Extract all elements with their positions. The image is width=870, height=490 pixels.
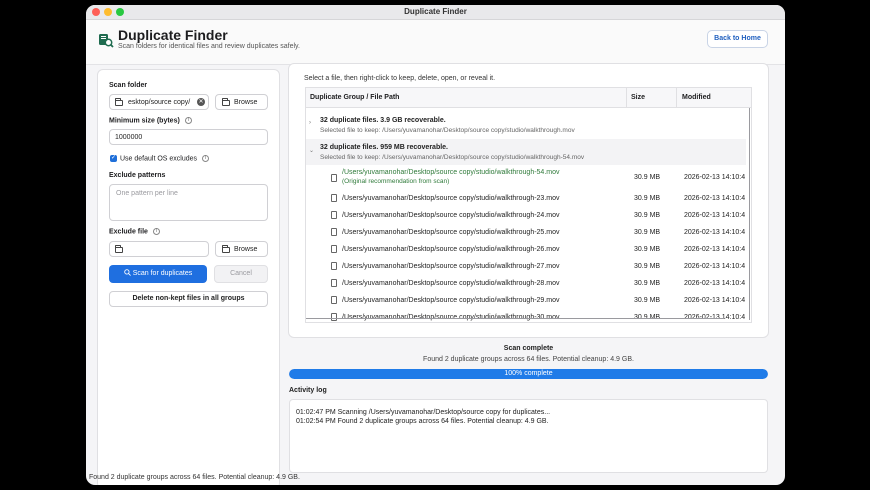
scan-folder-label: Scan folder [109, 82, 148, 89]
file-row[interactable]: /Users/yuvamanohar/Desktop/source copy/s… [306, 309, 746, 322]
browse-exclude-file-button[interactable]: Browse [215, 241, 268, 257]
scan-status: Scan complete [503, 345, 554, 352]
exclude-file-field[interactable] [109, 241, 209, 257]
duplicates-table[interactable]: Duplicate Group / File Path Size Modifie… [305, 87, 752, 323]
vertical-scrollbar[interactable] [749, 108, 750, 320]
search-icon [124, 269, 131, 276]
file-row[interactable]: /Users/yuvamanohar/Desktop/source copy/s… [306, 207, 746, 224]
duplicate-finder-icon [99, 34, 114, 48]
exclude-patterns-input[interactable]: One pattern per line [109, 184, 268, 221]
folder-icon [115, 98, 123, 106]
title-bar: Duplicate Finder [86, 5, 785, 20]
file-row[interactable]: /Users/yuvamanohar/Desktop/source copy/s… [306, 241, 746, 258]
back-to-home-button[interactable]: Back to Home [707, 30, 768, 48]
delete-non-kept-button[interactable]: Delete non-kept files in all groups [109, 291, 268, 307]
results-panel: Select a file, then right-click to keep,… [288, 63, 769, 338]
default-excludes-checkbox[interactable]: ✓ [110, 155, 117, 162]
file-icon [331, 194, 337, 202]
chevron-right-icon[interactable]: › [309, 120, 311, 126]
min-size-label: Minimum size (bytes) i [109, 117, 192, 124]
file-row[interactable]: /Users/yuvamanohar/Desktop/source copy/s… [306, 292, 746, 309]
scan-folder-field[interactable]: esktop/source copy/ ✕ [109, 94, 209, 110]
file-icon [331, 174, 337, 182]
activity-log-title: Activity log [289, 387, 327, 394]
file-icon [331, 245, 337, 253]
window-title: Duplicate Finder [404, 7, 467, 16]
scan-folder-value: esktop/source copy/ [128, 99, 191, 106]
cancel-button[interactable]: Cancel [214, 265, 268, 283]
folder-icon [222, 98, 230, 106]
scan-detail: Found 2 duplicate groups across 64 files… [423, 356, 634, 363]
scan-button[interactable]: Scan for duplicates [109, 265, 207, 283]
app-window: Duplicate Finder Duplicate Finder Scan f… [86, 5, 785, 485]
scan-settings-panel: Scan folder esktop/source copy/ ✕ Browse… [97, 69, 280, 485]
file-icon [331, 313, 337, 321]
scan-progress-bar: 100% complete [289, 369, 768, 379]
clear-icon[interactable]: ✕ [197, 98, 205, 106]
file-icon [331, 262, 337, 270]
activity-log[interactable]: 01:02:47 PM Scanning /Users/yuvamanohar/… [289, 399, 768, 473]
default-excludes-label: Use default OS excludes i [120, 155, 210, 162]
file-row[interactable]: /Users/yuvamanohar/Desktop/source copy/s… [306, 258, 746, 275]
column-header-size[interactable]: Size [631, 94, 645, 101]
page-title: Duplicate Finder [118, 27, 228, 43]
duplicate-group-row[interactable]: ⌄ 32 duplicate files. 959 MB recoverable… [306, 139, 746, 165]
file-icon [331, 228, 337, 236]
file-row[interactable]: /Users/yuvamanohar/Desktop/source copy/s… [306, 190, 746, 207]
table-header: Duplicate Group / File Path Size Modifie… [306, 88, 751, 108]
browse-folder-button[interactable]: Browse [215, 94, 268, 110]
status-bar: Found 2 duplicate groups across 64 files… [89, 474, 300, 481]
folder-icon [115, 245, 123, 253]
info-icon[interactable]: i [152, 228, 160, 235]
min-size-input[interactable]: 1000000 [109, 129, 268, 145]
file-icon [331, 296, 337, 304]
duplicate-group-row[interactable]: › 32 duplicate files. 3.9 GB recoverable… [306, 112, 746, 138]
file-icon [331, 279, 337, 287]
file-row[interactable]: /Users/yuvamanohar/Desktop/source copy/s… [306, 224, 746, 241]
exclude-file-label: Exclude file i [109, 228, 160, 235]
file-icon [331, 211, 337, 219]
progress-label: 100% complete [504, 370, 553, 377]
info-icon[interactable]: i [184, 117, 192, 124]
log-line: 01:02:54 PM Found 2 duplicate groups acr… [296, 418, 549, 425]
column-header-path[interactable]: Duplicate Group / File Path [310, 94, 399, 101]
app-header: Duplicate Finder Scan folders for identi… [86, 20, 785, 65]
horizontal-scrollbar[interactable] [306, 318, 724, 319]
results-hint: Select a file, then right-click to keep,… [304, 75, 496, 82]
column-header-modified[interactable]: Modified [682, 94, 711, 101]
info-icon[interactable]: i [202, 155, 210, 162]
file-row[interactable]: /Users/yuvamanohar/Desktop/source copy/s… [306, 275, 746, 292]
log-line: 01:02:47 PM Scanning /Users/yuvamanohar/… [296, 409, 551, 416]
kept-file-row[interactable]: /Users/yuvamanohar/Desktop/source copy/s… [306, 167, 746, 189]
folder-icon [222, 245, 230, 253]
exclude-patterns-label: Exclude patterns [109, 172, 166, 179]
page-subtitle: Scan folders for identical files and rev… [118, 43, 300, 50]
chevron-down-icon[interactable]: ⌄ [309, 147, 314, 154]
